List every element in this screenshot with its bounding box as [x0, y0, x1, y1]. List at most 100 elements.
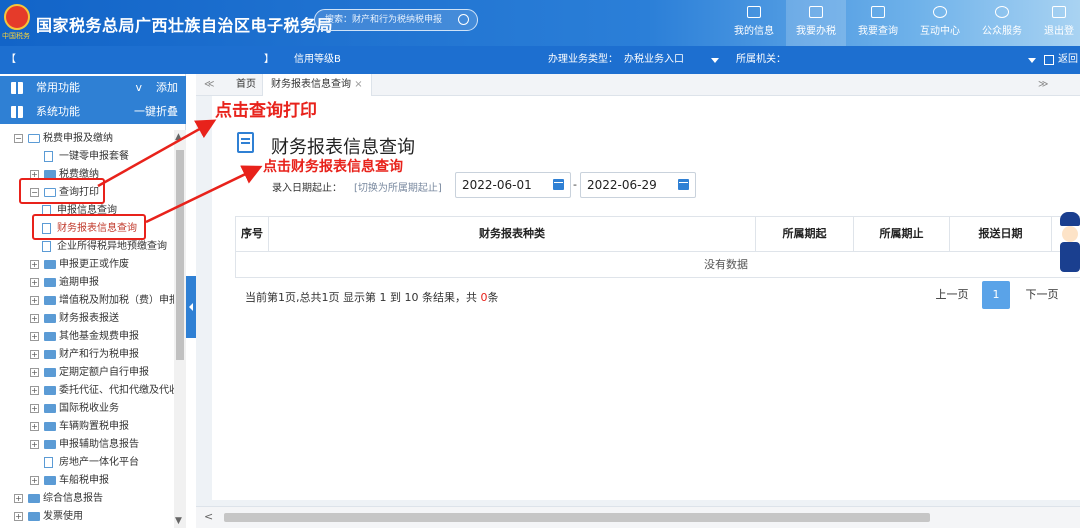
taxpayer-info-bar: 【 】 信用等级B 办理业务类型： 办税业务入口 所属机关： 返回	[0, 46, 1080, 74]
nav-public-service[interactable]: 公众服务	[972, 0, 1032, 46]
nav-interaction[interactable]: 互动中心	[910, 0, 970, 46]
grid-icon	[11, 106, 23, 118]
end-date-input[interactable]: 2022-06-29	[580, 172, 696, 198]
tab-report-query[interactable]: 财务报表信息查询 ×	[262, 74, 372, 96]
grid-icon	[11, 82, 23, 94]
tabs-collapse-icon[interactable]: ≪	[204, 74, 214, 96]
tree-item-label: 房地产一体化平台	[59, 457, 139, 468]
return-icon[interactable]	[1044, 55, 1054, 65]
pagination-info: 当前第1页,总共1页 显示第 1 到 10 条结果，共 0条	[245, 291, 499, 304]
scroll-thumb[interactable]	[224, 513, 930, 522]
highlight-box-query-print	[19, 178, 105, 204]
folder-icon	[44, 314, 56, 323]
tree-item-label: 逾期申报	[59, 277, 99, 288]
prev-page-button[interactable]: 上一页	[932, 281, 972, 309]
site-header: 中国税务 国家税务总局广西壮族自治区电子税务局 搜索：财产和行为税纳税申报 我的…	[0, 0, 1080, 46]
tab-home[interactable]: 首页	[230, 74, 262, 96]
nav-query[interactable]: 我要查询	[848, 0, 908, 46]
next-page-button[interactable]: 下一页	[1022, 281, 1062, 309]
tab-bar: ≪ 首页 财务报表信息查询 × ≫	[196, 74, 1080, 96]
nav-my-info[interactable]: 我的信息	[724, 0, 784, 46]
expand-icon[interactable]: +	[14, 494, 23, 503]
tree-item-label: 申报更正或作废	[59, 259, 129, 270]
tree-item-label: 税费申报及缴纳	[43, 133, 113, 144]
date-range-label: 录入日期起止：	[272, 183, 342, 194]
expand-icon[interactable]: +	[30, 314, 39, 323]
business-type-select[interactable]: 办税业务入口	[624, 46, 684, 74]
taxpayer-bracket-close: 】	[264, 54, 274, 65]
search-input[interactable]: 搜索：财产和行为税纳税申报	[314, 9, 478, 31]
page-1-button[interactable]: 1	[982, 281, 1010, 309]
logout-icon	[1052, 6, 1066, 18]
switch-period-link[interactable]: [切换为所属期起止]	[354, 179, 442, 194]
authority-label: 所属机关：	[736, 54, 786, 65]
start-date-input[interactable]: 2022-06-01	[455, 172, 571, 198]
folder-icon	[44, 350, 56, 359]
emblem-text: 中国税务	[2, 32, 30, 40]
tax-emblem-icon	[4, 4, 30, 30]
annotation-query-print: 点击查询打印	[215, 101, 317, 121]
expand-icon[interactable]: +	[30, 476, 39, 485]
scroll-up-icon[interactable]: ▲	[175, 132, 182, 142]
close-icon[interactable]: ×	[354, 79, 362, 90]
date-separator: -	[573, 178, 577, 191]
tree-item-label: 企业所得税异地预缴查询	[57, 241, 167, 252]
chevron-down-icon[interactable]	[711, 58, 719, 63]
calendar-icon[interactable]	[553, 179, 564, 190]
expand-icon[interactable]: +	[30, 296, 39, 305]
business-type-label: 办理业务类型：	[548, 54, 618, 65]
assistant-avatar[interactable]	[1058, 212, 1080, 274]
expand-icon[interactable]: +	[30, 386, 39, 395]
folder-icon	[44, 278, 56, 287]
search-icon[interactable]	[458, 14, 469, 25]
expand-icon[interactable]: +	[30, 404, 39, 413]
service-icon	[995, 6, 1009, 18]
tree-item-label: 车辆购置税申报	[59, 421, 129, 432]
column-header-index: 序号	[236, 217, 269, 251]
add-button[interactable]: v 添加	[135, 76, 178, 100]
chevron-down-icon[interactable]	[1028, 58, 1036, 63]
horizontal-scrollbar[interactable]: <	[196, 506, 1080, 528]
chat-icon	[933, 6, 947, 18]
expand-icon[interactable]: +	[30, 260, 39, 269]
tabs-expand-icon[interactable]: ≫	[1038, 74, 1048, 96]
folder-icon	[44, 422, 56, 431]
user-icon	[747, 6, 761, 18]
folder-icon	[28, 134, 40, 143]
return-button[interactable]: 返回	[1058, 46, 1078, 74]
expand-icon[interactable]: +	[30, 440, 39, 449]
tree-item-label: 发票使用	[43, 511, 83, 522]
column-header-period-end: 所属期止	[854, 217, 950, 251]
system-functions-header[interactable]: 系统功能 一键折叠	[0, 100, 186, 124]
sidebar-scrollbar[interactable]: ▲ ▼	[174, 130, 186, 528]
folder-icon	[44, 476, 56, 485]
expand-icon[interactable]: +	[30, 278, 39, 287]
collapse-icon[interactable]: −	[14, 134, 23, 143]
expand-icon[interactable]: +	[30, 368, 39, 377]
search-placeholder: 搜索：财产和行为税纳税申报	[325, 15, 443, 25]
scroll-thumb[interactable]	[176, 150, 184, 360]
sidebar-collapse-toggle[interactable]	[186, 276, 196, 338]
site-title[interactable]: 国家税务总局广西壮族自治区电子税务局	[36, 12, 333, 36]
expand-icon[interactable]: +	[14, 512, 23, 521]
common-functions-header[interactable]: 常用功能 v 添加	[0, 76, 186, 100]
sidebar: 常用功能 v 添加 系统功能 一键折叠 − 税费申报及缴纳 一键零申报套餐 + 税费缴纳…	[0, 74, 186, 528]
calendar-icon[interactable]	[678, 179, 689, 190]
scroll-down-icon[interactable]: ▼	[175, 516, 182, 526]
expand-icon[interactable]: +	[30, 422, 39, 431]
nav-logout[interactable]: 退出登	[1034, 0, 1080, 46]
folder-icon	[28, 512, 40, 521]
tree-item-label: 其他基金规费申报	[59, 331, 139, 342]
credit-level: 信用等级B	[294, 54, 341, 65]
folder-icon	[44, 368, 56, 377]
expand-icon[interactable]: +	[30, 350, 39, 359]
scroll-left-icon[interactable]: <	[204, 510, 213, 523]
collapse-all-button[interactable]: 一键折叠	[134, 100, 178, 124]
expand-icon[interactable]: +	[30, 332, 39, 341]
folder-icon	[44, 386, 56, 395]
tree-item-label: 车船税申报	[59, 475, 109, 486]
column-header-submit-date: 报送日期	[950, 217, 1052, 251]
annotation-report-query: 点击财务报表信息查询	[263, 159, 403, 175]
folder-icon	[44, 296, 56, 305]
nav-tax-handling[interactable]: 我要办税	[786, 0, 846, 46]
